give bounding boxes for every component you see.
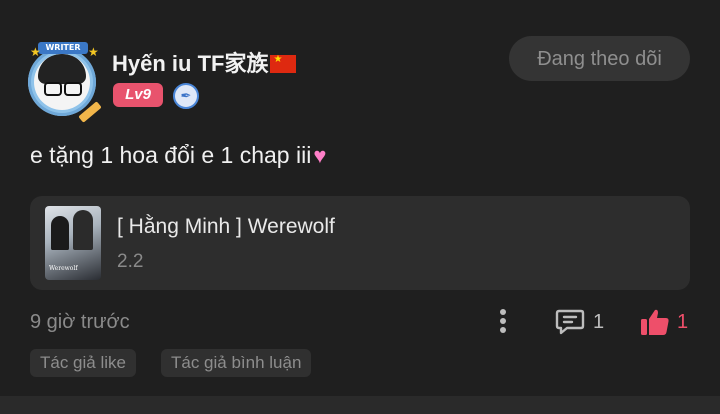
linked-story-card[interactable]: Werewolf [ Hằng Minh ] Werewolf 2.2 [30, 196, 690, 290]
star-icon: ★ [30, 45, 41, 59]
author-liked-tag: Tác giả like [30, 349, 136, 377]
cover-title: Werewolf [49, 265, 78, 272]
comment-body: e tặng 1 hoa đổi e 1 chap iii♥ [30, 142, 326, 169]
following-button[interactable]: Đang theo dõi [509, 36, 690, 81]
comment-text: e tặng 1 hoa đổi e 1 chap iii [30, 142, 312, 168]
more-vertical-icon[interactable] [492, 306, 514, 336]
pink-heart-icon: ♥ [313, 143, 327, 168]
level-badge: Lv9 [113, 83, 163, 107]
username[interactable]: Hyến iu TF家族 [112, 46, 297, 78]
thumbs-up-icon[interactable] [640, 307, 670, 337]
story-cover-image: Werewolf [45, 206, 101, 280]
story-chapter: 2.2 [117, 251, 144, 272]
star-icon: ★ [88, 45, 99, 59]
story-title: [ Hằng Minh ] Werewolf [117, 215, 335, 238]
comment-count: 1 [593, 311, 605, 333]
avatar-image [34, 54, 90, 110]
comment-icon[interactable] [555, 308, 585, 336]
username-text: Hyến iu TF家族 [112, 51, 269, 76]
author-commented-tag: Tác giả bình luận [161, 349, 312, 377]
china-flag-icon [270, 54, 297, 73]
avatar[interactable]: WRITER ★ ★ [24, 42, 102, 123]
section-divider [0, 396, 720, 414]
pen-badge-icon: ✒ [173, 83, 199, 109]
writer-banner: WRITER [38, 42, 88, 54]
like-count: 1 [677, 311, 689, 333]
timestamp: 9 giờ trước [30, 311, 130, 333]
